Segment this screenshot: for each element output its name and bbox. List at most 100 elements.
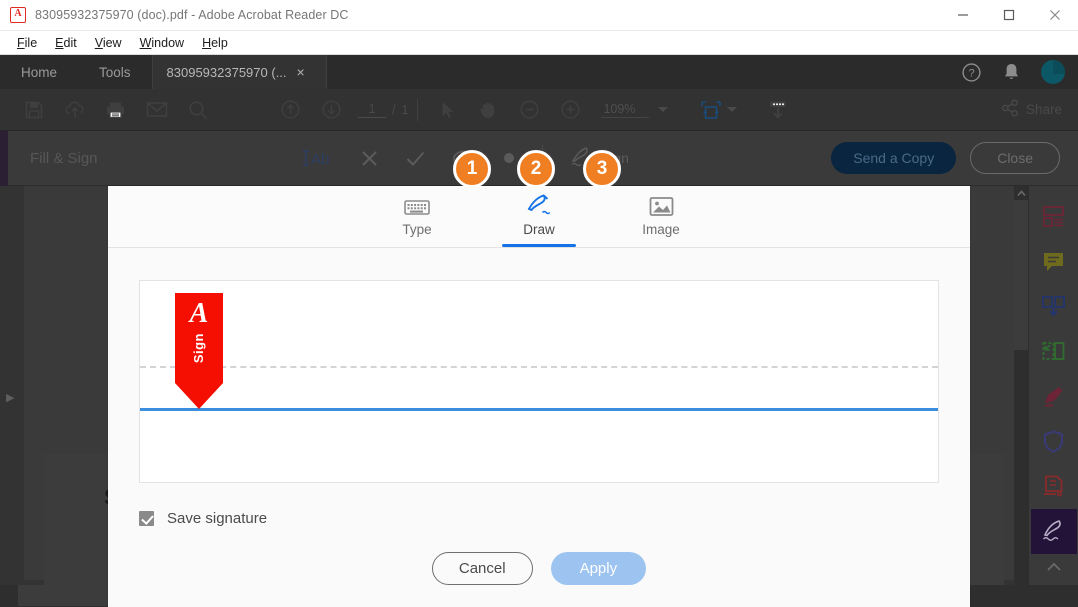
menu-file-rest: ile bbox=[24, 35, 38, 50]
add-text-icon[interactable]: Ab bbox=[300, 148, 334, 168]
chevron-up-icon[interactable] bbox=[1031, 554, 1077, 580]
share-button[interactable]: Share bbox=[1001, 99, 1062, 120]
check-mark-icon[interactable] bbox=[405, 149, 426, 168]
keyboard-icon bbox=[404, 191, 430, 217]
tab-tools[interactable]: Tools bbox=[78, 55, 152, 89]
fill-and-sign-icon[interactable] bbox=[1030, 509, 1077, 554]
window-controls bbox=[940, 0, 1078, 31]
tab-image-underline bbox=[624, 244, 698, 247]
tab-image-label: Image bbox=[642, 222, 680, 237]
page-total: 1 bbox=[401, 102, 409, 117]
signature-draw-canvas[interactable]: A Sign bbox=[139, 280, 939, 483]
minimize-icon[interactable] bbox=[940, 0, 986, 31]
cancel-button[interactable]: Cancel bbox=[431, 551, 533, 585]
share-icon bbox=[1001, 99, 1019, 120]
page-number-input[interactable]: 1 bbox=[358, 102, 386, 118]
draw-pen-icon bbox=[525, 191, 553, 217]
menu-help[interactable]: Help bbox=[193, 34, 237, 52]
menu-view[interactable]: View bbox=[86, 34, 131, 52]
protect-shield-icon[interactable] bbox=[1031, 419, 1077, 464]
send-a-copy-button[interactable]: Send a Copy bbox=[831, 142, 957, 174]
combine-files-icon[interactable] bbox=[1031, 284, 1077, 329]
title-bar: 83095932375970 (doc).pdf - Adobe Acrobat… bbox=[0, 0, 1078, 31]
step-badge-3-number: 3 bbox=[596, 158, 608, 179]
tool-rail bbox=[1028, 186, 1078, 607]
email-icon[interactable] bbox=[136, 89, 177, 131]
help-circle-icon[interactable]: ? bbox=[961, 62, 982, 83]
step-badge-3: 3 bbox=[583, 150, 621, 188]
step-badge-2-number: 2 bbox=[530, 158, 542, 179]
tab-draw-label: Draw bbox=[523, 222, 555, 237]
page-down-icon[interactable] bbox=[311, 89, 352, 131]
zoom-level-value[interactable]: 109% bbox=[601, 102, 650, 118]
certificate-icon[interactable] bbox=[1031, 464, 1077, 509]
tab-type-label: Type bbox=[402, 222, 432, 237]
acrobat-reader-window: 83095932375970 (doc).pdf - Adobe Acrobat… bbox=[0, 0, 1078, 607]
tab-home[interactable]: Home bbox=[0, 55, 78, 89]
close-icon[interactable]: × bbox=[297, 64, 305, 80]
fit-page-chevron-down-icon[interactable] bbox=[727, 107, 738, 112]
step-badge-1: 1 bbox=[453, 150, 491, 188]
apply-button[interactable]: Apply bbox=[550, 551, 647, 585]
fill-sign-title: Fill & Sign bbox=[30, 149, 98, 167]
menu-edit[interactable]: Edit bbox=[46, 34, 86, 52]
save-icon[interactable] bbox=[13, 89, 54, 131]
scroll-up-icon[interactable] bbox=[1014, 186, 1028, 200]
left-panel-expand-icon[interactable]: ▶ bbox=[6, 391, 14, 404]
maximize-icon[interactable] bbox=[986, 0, 1032, 31]
tab-image[interactable]: Image bbox=[622, 191, 700, 247]
menu-edit-rest: dit bbox=[63, 35, 77, 50]
search-icon[interactable] bbox=[177, 89, 218, 131]
signature-baseline bbox=[140, 408, 938, 411]
chevron-down-icon[interactable] bbox=[658, 107, 669, 112]
dot-mark-icon[interactable] bbox=[502, 151, 516, 165]
tab-document-label: 83095932375970 (... bbox=[166, 64, 287, 80]
hand-pan-icon[interactable] bbox=[468, 89, 509, 131]
hscrollbar-track-left[interactable] bbox=[0, 585, 18, 606]
form-fill-down-icon[interactable] bbox=[757, 89, 798, 131]
menu-window-rest: indow bbox=[151, 35, 185, 50]
page-separator: / bbox=[392, 102, 396, 117]
tab-document[interactable]: 83095932375970 (... × bbox=[151, 55, 327, 89]
page-thumbnails-icon[interactable] bbox=[1031, 194, 1077, 239]
tab-draw-underline bbox=[502, 244, 576, 247]
zoom-in-icon[interactable] bbox=[550, 89, 591, 131]
signature-dialog: Type Draw Image A Sign Save signature Ca… bbox=[108, 186, 970, 607]
menu-view-rest: iew bbox=[102, 35, 122, 50]
avatar[interactable] bbox=[1041, 60, 1065, 84]
scrollbar-thumb[interactable] bbox=[1014, 200, 1028, 350]
organize-pages-icon[interactable] bbox=[1031, 329, 1077, 374]
menu-window[interactable]: Window bbox=[131, 34, 193, 52]
image-picture-icon bbox=[649, 191, 674, 217]
menu-help-rest: elp bbox=[211, 35, 228, 50]
signature-dialog-body: A Sign Save signature bbox=[108, 248, 970, 529]
fit-page-icon[interactable] bbox=[690, 89, 731, 131]
tab-draw[interactable]: Draw bbox=[500, 191, 578, 247]
print-icon[interactable] bbox=[95, 89, 136, 131]
zoom-control[interactable]: 109% bbox=[601, 102, 669, 118]
marker-sign-label: Sign bbox=[191, 333, 206, 364]
save-signature-row[interactable]: Save signature bbox=[139, 510, 939, 527]
save-signature-checkbox[interactable] bbox=[139, 511, 154, 526]
cursor-select-icon[interactable] bbox=[427, 89, 468, 131]
document-vertical-scrollbar[interactable] bbox=[1014, 186, 1028, 607]
zoom-out-icon[interactable] bbox=[509, 89, 550, 131]
acrobat-a-logo: A bbox=[189, 298, 209, 329]
edit-pdf-icon[interactable] bbox=[1031, 374, 1077, 419]
close-icon[interactable] bbox=[1032, 0, 1078, 31]
svg-text:Ab: Ab bbox=[311, 151, 329, 168]
share-label: Share bbox=[1025, 102, 1062, 117]
close-fill-sign-button[interactable]: Close bbox=[970, 142, 1060, 174]
menu-file[interactable]: File bbox=[8, 34, 46, 52]
cross-mark-icon[interactable] bbox=[360, 149, 379, 168]
menu-bar: File Edit View Window Help bbox=[0, 31, 1078, 55]
bell-icon[interactable] bbox=[1002, 62, 1021, 82]
comment-icon[interactable] bbox=[1031, 239, 1077, 284]
step-badge-2: 2 bbox=[517, 150, 555, 188]
fill-sign-actions: Send a Copy Close bbox=[831, 142, 1078, 174]
tab-type[interactable]: Type bbox=[378, 191, 456, 247]
toolbar-divider bbox=[417, 98, 419, 121]
cloud-upload-icon[interactable] bbox=[54, 89, 95, 131]
page-up-icon[interactable] bbox=[270, 89, 311, 131]
signature-mode-tabs: Type Draw Image bbox=[108, 186, 970, 248]
